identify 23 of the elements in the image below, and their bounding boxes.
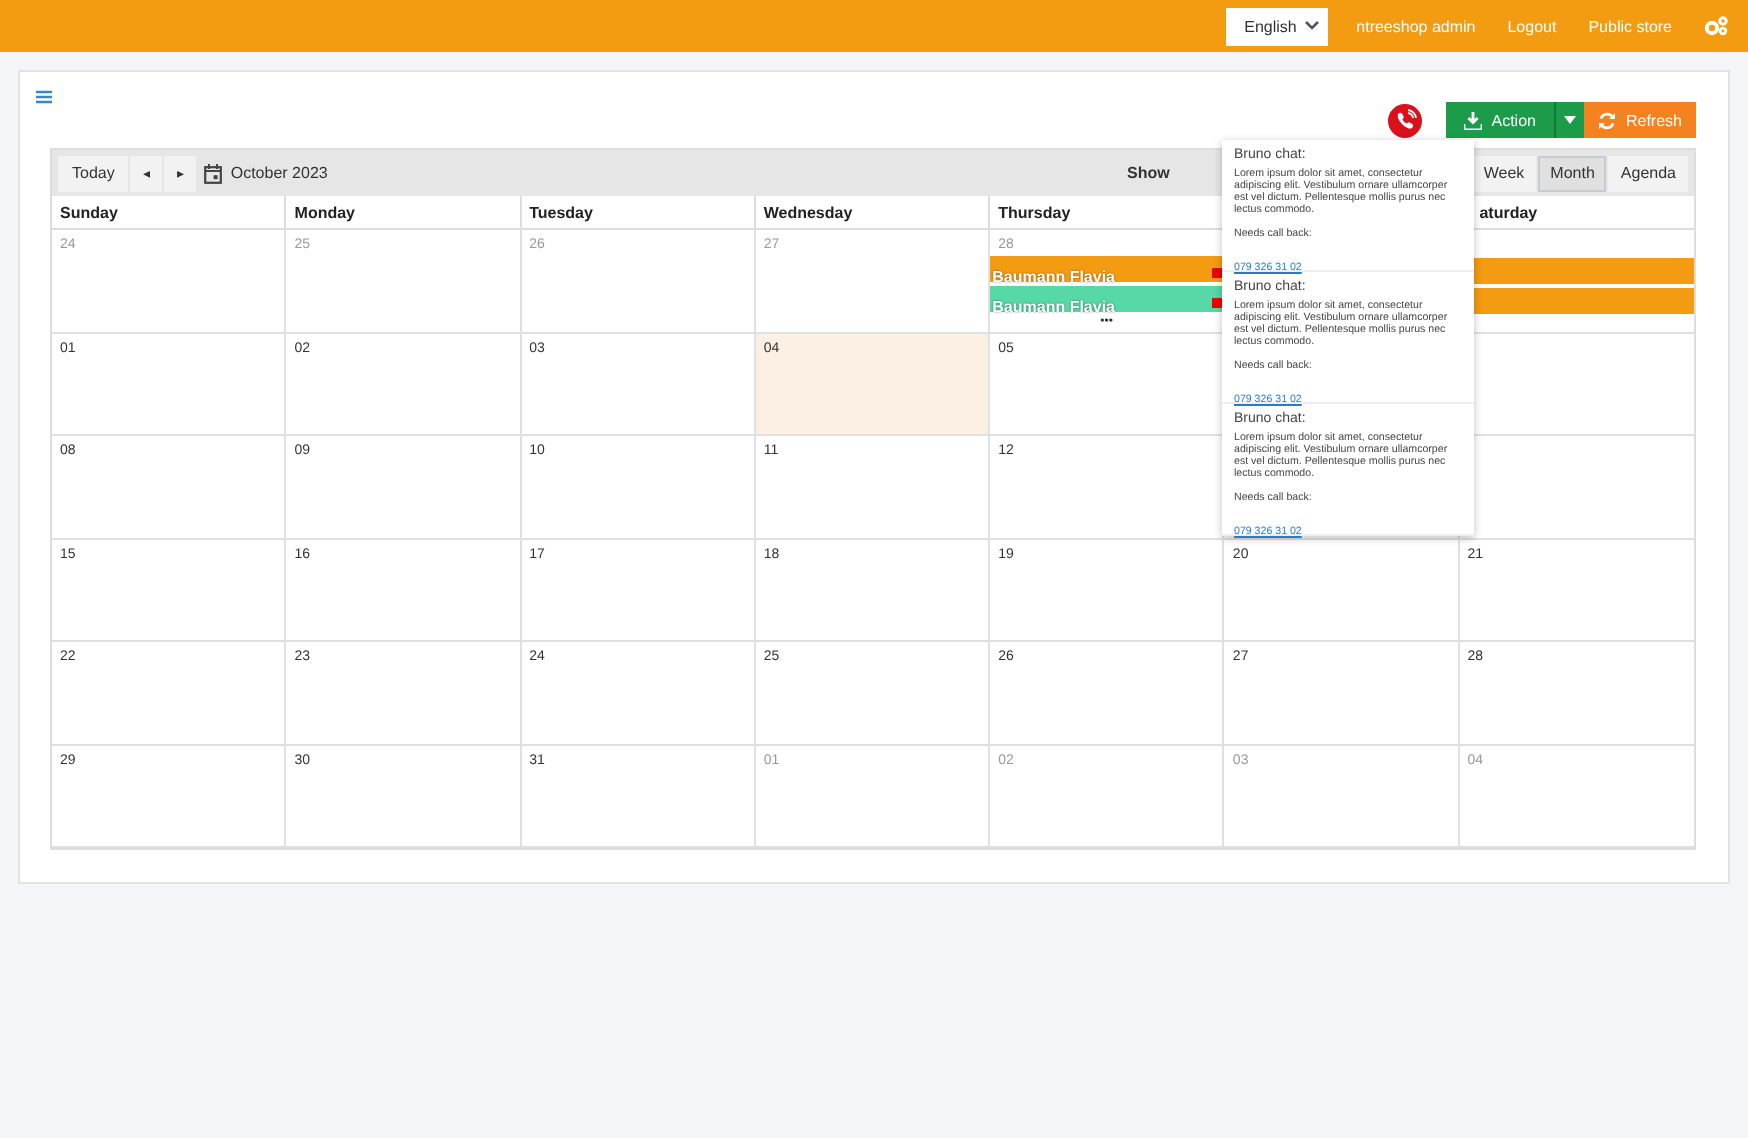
language-select[interactable]: English [1226,7,1329,45]
view-tab[interactable]: Agenda [1608,155,1688,191]
today-button[interactable]: Today [58,155,129,191]
calendar-icon[interactable] [204,163,223,183]
view-tab[interactable]: Month [1538,155,1607,191]
weekday-header: Tuesday [521,196,756,230]
dropdown-toggle[interactable] [1553,102,1584,138]
month-title: October 2023 [230,164,328,182]
flag-marker [1212,268,1223,278]
download-icon [1463,111,1482,129]
action-button[interactable]: Action [1445,102,1554,138]
weekday-header: Wednesday [755,196,991,230]
menu-icon[interactable] [36,90,52,104]
view-tab[interactable]: Week [1471,155,1537,191]
settings-icon[interactable] [1704,16,1728,36]
weekday-header: Sunday [52,196,287,230]
weekday-header: Monday [286,196,522,230]
flag-marker [1212,298,1223,308]
phone-call-icon[interactable] [1387,103,1422,137]
chevron-down-icon [1304,20,1321,32]
refresh-icon [1597,111,1616,129]
show-label: Show [1127,164,1170,182]
caret-icon [1563,116,1576,124]
